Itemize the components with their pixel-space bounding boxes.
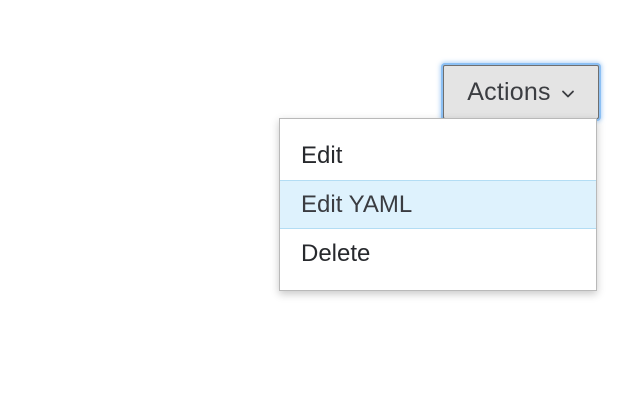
menu-item-label: Edit YAML [301, 190, 413, 218]
actions-dropdown-button[interactable]: Actions [443, 65, 599, 119]
menu-item-delete[interactable]: Delete [280, 229, 596, 278]
menu-item-edit[interactable]: Edit [280, 131, 596, 180]
menu-item-label: Edit [301, 141, 343, 169]
actions-dropdown-menu: Edit Edit YAML Delete [279, 118, 597, 291]
menu-item-label: Delete [301, 239, 371, 267]
menu-item-edit-yaml[interactable]: Edit YAML [280, 180, 596, 229]
chevron-down-icon [561, 87, 575, 101]
page: Actions Edit Edit YAML Delete [0, 0, 640, 404]
actions-button-label: Actions [467, 77, 551, 106]
